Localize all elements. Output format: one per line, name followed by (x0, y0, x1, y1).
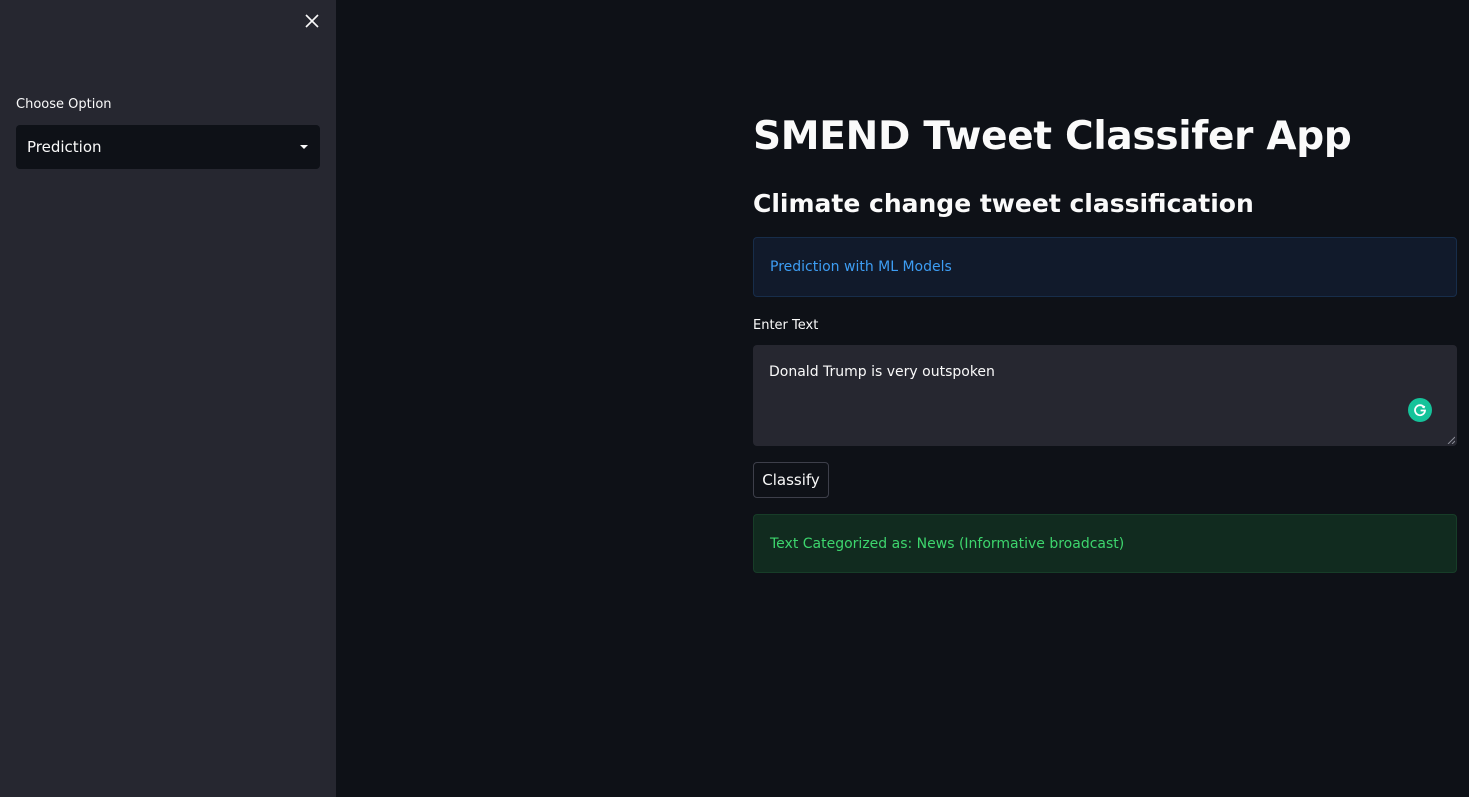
grammarly-icon[interactable] (1408, 398, 1432, 422)
option-select[interactable]: Prediction (16, 125, 320, 169)
text-input[interactable]: Donald Trump is very outspoken (753, 345, 1457, 446)
sidebar: Choose Option Prediction (0, 0, 336, 797)
page-subtitle: Climate change tweet classification (753, 189, 1254, 218)
info-alert-text: Prediction with ML Models (770, 259, 952, 275)
caret-down-icon (300, 145, 308, 149)
classify-button[interactable]: Classify (753, 462, 829, 498)
close-sidebar-button[interactable] (300, 9, 324, 33)
info-alert: Prediction with ML Models (753, 237, 1457, 297)
result-alert: Text Categorized as: News (Informative b… (753, 514, 1457, 573)
text-input-value: Donald Trump is very outspoken (769, 364, 995, 380)
resize-handle-icon[interactable] (1447, 436, 1455, 444)
result-alert-text: Text Categorized as: News (Informative b… (770, 535, 1125, 552)
page-title: SMEND Tweet Classifer App (753, 114, 1352, 159)
close-icon (305, 14, 319, 28)
enter-text-label: Enter Text (753, 318, 819, 333)
option-select-value: Prediction (27, 138, 102, 156)
choose-option-label: Choose Option (16, 97, 112, 112)
